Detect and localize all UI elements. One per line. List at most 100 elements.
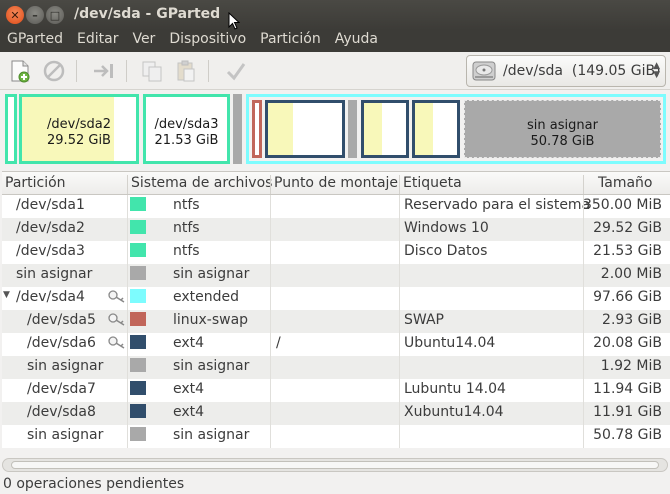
toolbar-separator [126,60,127,82]
graph-partition-sda1[interactable] [5,94,17,164]
column-separator [127,310,128,333]
table-row[interactable]: sin asignar sin asignar 1.92 MiB [2,356,670,379]
column-separator [583,310,584,333]
new-partition-button[interactable] [8,59,32,83]
cell-filesystem: ntfs [173,197,200,213]
cell-partition: /dev/sda5 [27,312,96,328]
menu-particion[interactable]: Partición [253,30,328,52]
column-separator [270,379,271,402]
filesystem-color-swatch [130,381,146,395]
filesystem-color-swatch [130,358,146,372]
graph-unallocated-large[interactable]: sin asignar 50.78 GiB [464,100,661,158]
device-name: /dev/sda [503,63,563,79]
column-header-tamano[interactable]: Tamaño [598,175,652,191]
paste-button[interactable] [174,59,198,83]
column-header-etiqueta[interactable]: Etiqueta [403,175,462,191]
graph-partition-sda8[interactable] [412,100,460,158]
graph-unallocated-name: sin asignar [527,118,598,133]
mouse-pointer-icon [228,12,240,30]
menu-ver[interactable]: Ver [125,30,162,52]
copy-button[interactable] [140,59,164,83]
status-bar: 0 operaciones pendientes [0,474,670,494]
table-row[interactable]: /dev/sda3 ntfs Disco Datos 21.53 GiB [2,241,670,264]
delete-button[interactable] [42,59,66,83]
expander-triangle-icon[interactable]: ▼ [3,290,10,300]
graph-unallocated-small-2[interactable] [348,100,357,158]
resize-move-button[interactable] [92,59,116,83]
maximize-window-button[interactable]: □ [46,6,64,24]
column-separator [583,379,584,402]
column-separator [127,287,128,310]
cell-label: Disco Datos [404,243,488,259]
table-row[interactable]: /dev/sda2 ntfs Windows 10 29.52 GiB [2,218,670,241]
cell-partition: /dev/sda8 [27,404,96,420]
cell-size: 21.53 GiB [593,243,662,259]
column-separator [399,241,400,264]
paste-icon [177,60,195,82]
new-partition-icon [11,60,30,83]
cell-size: 20.08 GiB [593,335,662,351]
cell-label: Lubuntu 14.04 [404,381,506,397]
maximize-icon: □ [49,8,61,22]
key-icon [108,312,126,330]
column-separator [583,241,584,264]
table-row[interactable]: sin asignar sin asignar 50.78 GiB [2,425,670,448]
key-icon [108,335,126,353]
column-header-sistema-archivos[interactable]: Sistema de archivos [131,175,272,191]
table-row[interactable]: /dev/sda6 ext4 / Ubuntu14.04 20.08 GiB [2,333,670,356]
table-row[interactable]: ▼ /dev/sda4 extended 97.66 GiB [2,287,670,310]
cell-filesystem: sin asignar [173,427,250,443]
column-separator [270,218,271,241]
cell-size: 350.00 MiB [582,197,662,213]
chevron-updown-icon: ▲ ▼ [653,61,660,80]
minimize-window-button[interactable]: – [26,6,44,24]
cell-filesystem: ext4 [173,335,205,351]
graph-partition-sda5[interactable] [252,100,262,158]
cell-label: Reservado para el sistema [404,197,591,213]
menu-dispositivo[interactable]: Dispositivo [162,30,253,52]
partition-table: /dev/sda1 ntfs Reservado para el sistema 35… [2,195,670,448]
menu-ayuda[interactable]: Ayuda [328,30,385,52]
table-row[interactable]: /dev/sda7 ext4 Lubuntu 14.04 11.94 GiB [2,379,670,402]
column-separator [270,195,271,218]
scrollbar-thumb[interactable] [11,461,659,469]
window-title: /dev/sda - GParted [74,6,221,22]
graph-partition-sda6[interactable] [265,100,345,158]
column-separator [583,195,584,218]
cell-partition: /dev/sda1 [16,197,85,213]
cell-size: 11.91 GiB [593,404,662,420]
filesystem-color-swatch [130,335,146,349]
cell-label: Windows 10 [404,220,489,236]
cell-filesystem: ntfs [173,220,200,236]
filesystem-color-swatch [130,243,146,257]
menu-gparted[interactable]: GParted [0,30,70,52]
horizontal-scrollbar[interactable] [2,458,668,472]
minimize-icon: – [32,8,38,22]
table-row[interactable]: sin asignar sin asignar 2.00 MiB [2,264,670,287]
column-separator [399,425,400,448]
table-row[interactable]: /dev/sda5 linux-swap SWAP 2.93 GiB [2,310,670,333]
cell-size: 29.52 GiB [593,220,662,236]
graph-partition-sda7[interactable] [361,100,409,158]
column-separator [583,218,584,241]
device-size: (149.05 GiB) [571,63,661,79]
cell-label: Ubuntu14.04 [404,335,496,351]
menu-editar[interactable]: Editar [70,30,125,52]
table-row[interactable]: /dev/sda8 ext4 Xubuntu14.04 11.91 GiB [2,402,670,425]
column-separator [270,356,271,379]
table-row[interactable]: /dev/sda1 ntfs Reservado para el sistema 35… [2,195,670,218]
copy-icon [142,61,162,82]
device-selector[interactable]: /dev/sda (149.05 GiB) ▲ ▼ [466,55,666,87]
cell-filesystem: ntfs [173,243,200,259]
cell-partition: /dev/sda7 [27,381,96,397]
graph-partition-sda3[interactable]: /dev/sda3 21.53 GiB [143,94,230,164]
column-header-punto-montaje[interactable]: Punto de montaje [274,175,398,191]
column-header-particion[interactable]: Partición [5,175,66,191]
cell-filesystem: ext4 [173,404,205,420]
graph-unallocated-small[interactable] [233,94,242,164]
graph-partition-sda2[interactable]: /dev/sda2 29.52 GiB [19,94,139,164]
graph-partition-sda4-extended[interactable]: sin asignar 50.78 GiB [246,94,666,164]
close-window-button[interactable]: ✕ [6,6,24,24]
apply-button[interactable] [224,59,248,83]
graph-sda3-size: 21.53 GiB [154,133,219,148]
